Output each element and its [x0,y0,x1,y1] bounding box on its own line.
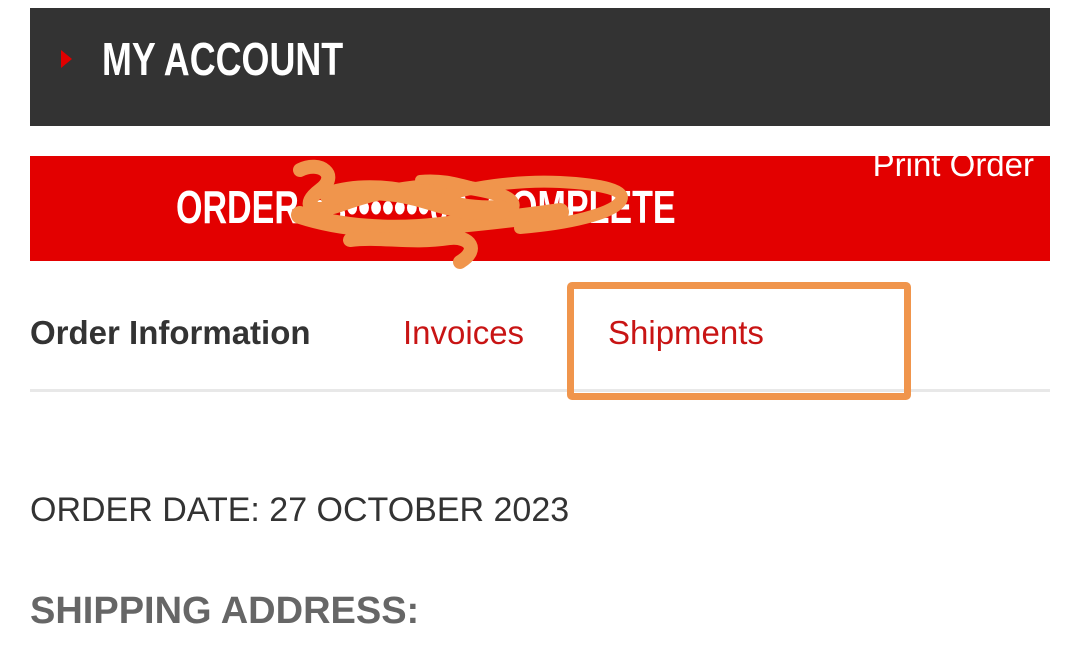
page-title: MY ACCOUNT [102,33,344,85]
print-order-link[interactable]: Print Order [873,146,1034,184]
order-title: ORDER #3•••••••09 COMPLETE [176,181,676,233]
caret-right-icon [61,50,72,68]
shipping-address-heading: SHIPPING ADDRESS: [30,590,420,632]
tab-invoices[interactable]: Invoices [403,314,524,352]
shipments-highlight-annotation [567,282,911,400]
tab-order-information[interactable]: Order Information [30,314,311,352]
order-date: ORDER DATE: 27 OCTOBER 2023 [30,491,570,529]
